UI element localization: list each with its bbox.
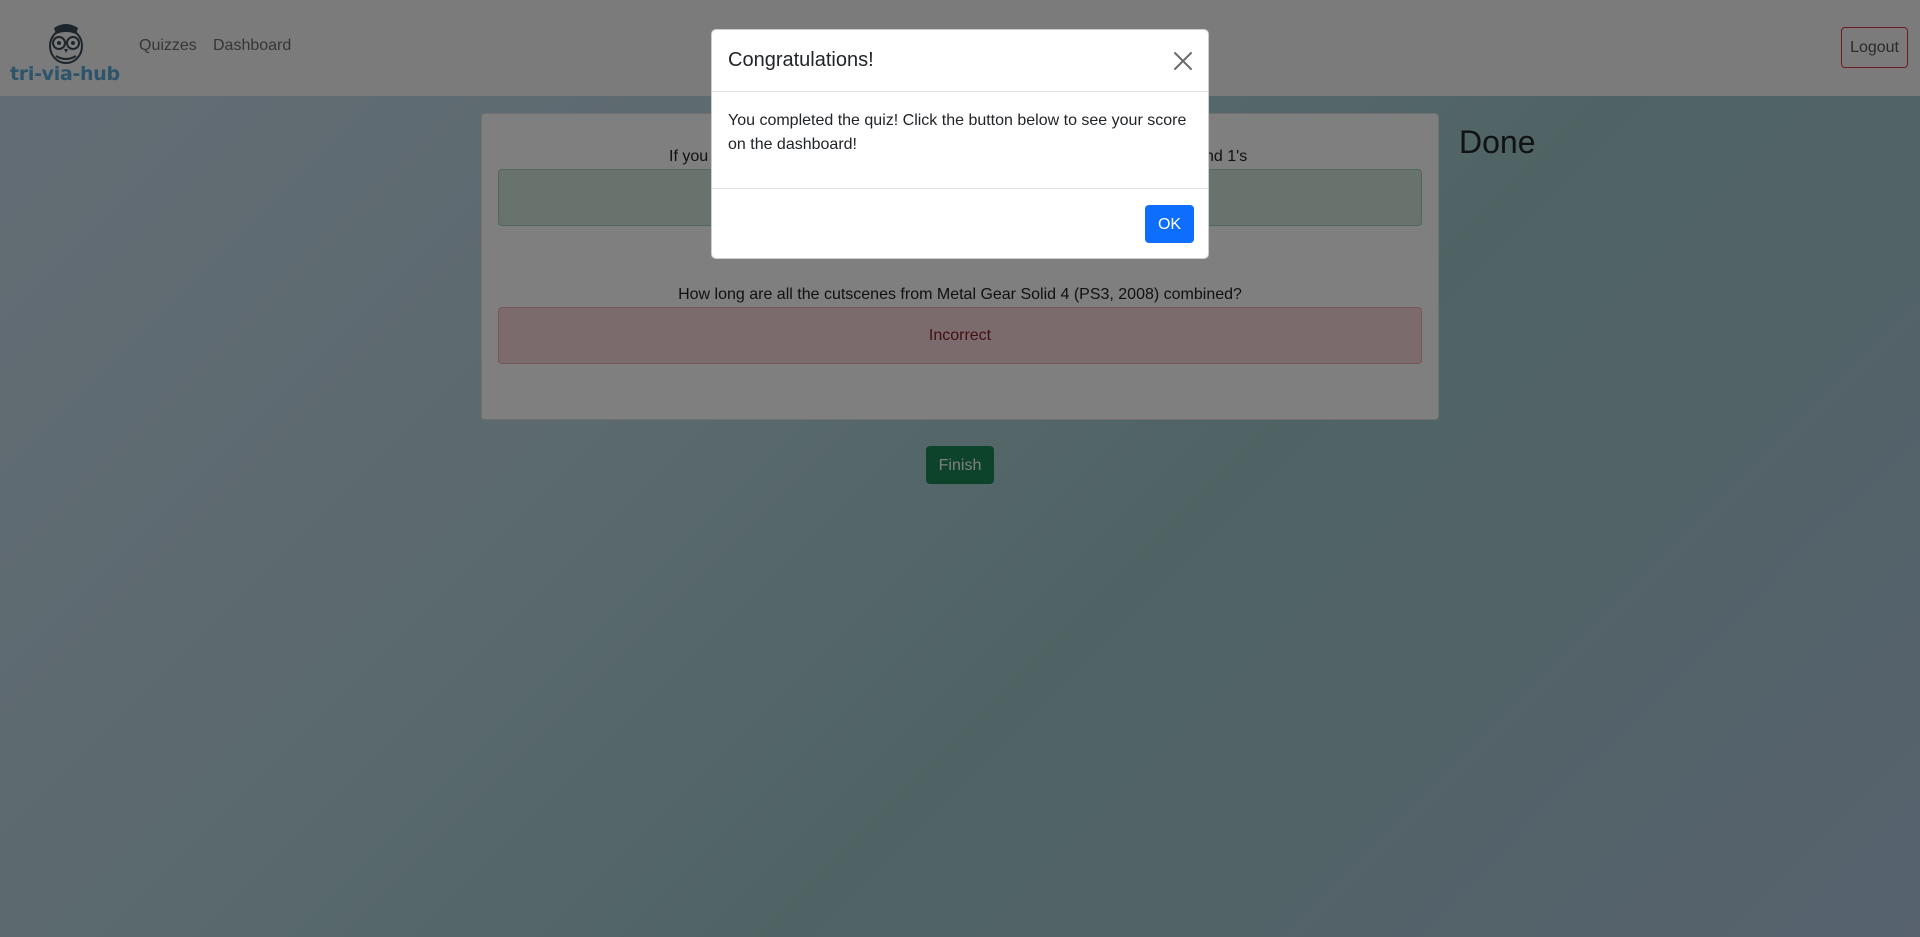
congratulations-modal: Congratulations! You completed the quiz!…: [711, 29, 1209, 259]
ok-button[interactable]: OK: [1145, 205, 1194, 243]
modal-footer: OK: [712, 188, 1208, 258]
modal-header: Congratulations!: [712, 30, 1208, 92]
close-icon[interactable]: [1171, 49, 1195, 73]
modal-title: Congratulations!: [728, 49, 874, 71]
modal-body-text: You completed the quiz! Click the button…: [728, 112, 1187, 153]
